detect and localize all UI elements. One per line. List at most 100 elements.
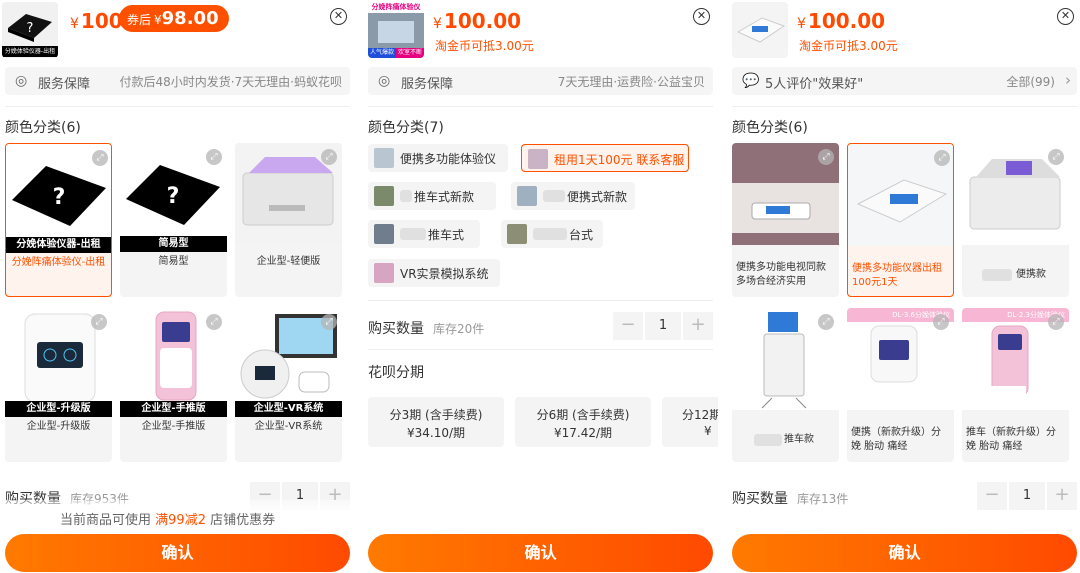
- chip-label: 台式: [569, 228, 594, 242]
- confirm-button[interactable]: 确认: [368, 534, 713, 572]
- variant-chip-selected[interactable]: 租用1天100元 联系客服: [521, 144, 689, 172]
- installment-option[interactable]: 分3期 (含手续费) ¥34.10/期: [368, 397, 504, 447]
- chat-icon: 💬: [742, 73, 760, 89]
- quantity-stepper: − 1 +: [977, 482, 1077, 510]
- installment-option[interactable]: 分12期 ¥: [662, 397, 718, 447]
- expand-icon[interactable]: ⤢: [1048, 149, 1064, 165]
- chip-thumbnail: [374, 186, 394, 206]
- variant-label: 企业型-手推版: [141, 421, 206, 432]
- divider: [368, 300, 713, 301]
- divider: [5, 106, 350, 107]
- variant-card[interactable]: ⤢ 便携多功能仪器出租 100元1天: [847, 143, 954, 297]
- variant-tag: 企业型-手推版: [120, 401, 227, 417]
- review-all-link[interactable]: 全部(99): [1006, 73, 1055, 90]
- increase-button[interactable]: +: [1047, 482, 1077, 510]
- variant-label: 企业型-升级版: [26, 421, 91, 432]
- installment-option[interactable]: 分6期 (含手续费) ¥17.42/期: [515, 397, 651, 447]
- variant-chip[interactable]: VR实景模拟系统: [368, 259, 500, 287]
- variant-label: 便携款: [1016, 269, 1046, 280]
- divider: [732, 106, 1077, 107]
- variant-card[interactable]: ⤢ 企业型-轻便版: [235, 143, 342, 297]
- installment-term: 分6期 (含手续费): [536, 408, 630, 422]
- variant-chip[interactable]: 便携式新款: [511, 182, 635, 210]
- variant-label: 便携（新款升级）分娩 胎动 痛经: [851, 427, 941, 452]
- variant-chip[interactable]: 便携多功能体验仪: [368, 144, 508, 172]
- coupon-price-badge: 券后 ¥98.00: [119, 5, 229, 32]
- product-price: ¥100.00: [797, 9, 885, 33]
- installment-amount: ¥: [704, 424, 712, 438]
- expand-icon[interactable]: ⤢: [206, 149, 222, 165]
- expand-icon[interactable]: ⤢: [818, 149, 834, 165]
- variant-label: 企业型-轻便版: [256, 256, 321, 267]
- service-label: 服务保障: [38, 77, 91, 92]
- variant-tag: 企业型-升级版: [5, 401, 112, 417]
- quantity-value[interactable]: 1: [645, 312, 681, 340]
- blurred-text: [400, 190, 412, 202]
- expand-icon[interactable]: ⤢: [206, 314, 222, 330]
- decrease-button[interactable]: −: [613, 312, 643, 340]
- expand-icon[interactable]: ⤢: [934, 150, 950, 166]
- expand-icon[interactable]: ⤢: [321, 314, 337, 330]
- chip-thumbnail: [528, 149, 548, 169]
- variant-card[interactable]: ⤢ 推车款: [732, 308, 839, 462]
- coupon-currency: ¥: [154, 13, 162, 27]
- variant-card[interactable]: ? 分娩体验仪器-出租 ⤢ 分娩阵痛体验仪-出租: [5, 143, 112, 297]
- service-text: 付款后48小时内发货·7天无理由·蚂蚁花呗: [119, 75, 342, 89]
- decrease-button[interactable]: −: [977, 482, 1007, 510]
- svg-text:?: ?: [27, 21, 34, 36]
- expand-icon[interactable]: ⤢: [933, 314, 949, 330]
- sku-panel-2: 分娩阵痛体验仪 人气爆款 欢室不断 ¥100.00 淘金币可抵3.00元 ✕ ◎…: [363, 0, 718, 573]
- chip-thumbnail: [517, 186, 537, 206]
- variant-label: 分娩阵痛体验仪-出租: [11, 257, 106, 268]
- blurred-text: [533, 228, 567, 240]
- expand-icon[interactable]: ⤢: [92, 150, 108, 166]
- sku-panel-3: ¥100.00 淘金币可抵3.00元 ✕ 💬 5人评价"效果好" 全部(99) …: [727, 0, 1080, 573]
- confirm-button[interactable]: 确认: [5, 534, 350, 572]
- close-icon[interactable]: ✕: [693, 8, 710, 25]
- shield-icon: ◎: [378, 73, 391, 89]
- variant-card[interactable]: ⤢ 便携多功能电视同款 多场合经济实用: [732, 143, 839, 297]
- variant-card[interactable]: DL-2.3分娩体验仪 ⤢ 推车（新款升级）分娩 胎动 痛经: [962, 308, 1069, 462]
- quantity-value[interactable]: 1: [1009, 482, 1045, 510]
- installment-title: 花呗分期: [368, 365, 424, 381]
- variant-chip[interactable]: 推车式: [368, 220, 480, 248]
- stock-count: 库存20件: [433, 322, 485, 336]
- currency-symbol: ¥: [797, 16, 806, 32]
- variant-card[interactable]: DL-3.6分娩体验仪 ⤢ 便携（新款升级）分娩 胎动 痛经: [847, 308, 954, 462]
- coupon-price-value: 98.00: [161, 8, 219, 29]
- confirm-button[interactable]: 确认: [732, 534, 1077, 572]
- variant-card[interactable]: 企业型-手推版 ⤢ 企业型-手推版: [120, 308, 227, 462]
- service-guarantee-bar[interactable]: ◎ 服务保障 付款后48小时内发货·7天无理由·蚂蚁花呗: [5, 67, 350, 95]
- chip-thumbnail: [374, 148, 394, 168]
- notice-highlight: 满99减2: [155, 513, 206, 528]
- blurred-text: [754, 434, 782, 446]
- blurred-text: [982, 269, 1012, 281]
- product-price: ¥100.00: [433, 9, 521, 33]
- increase-button[interactable]: +: [683, 312, 713, 340]
- expand-icon[interactable]: ⤢: [91, 314, 107, 330]
- quantity-label: 购买数量: [732, 491, 788, 507]
- close-icon[interactable]: ✕: [1057, 8, 1074, 25]
- review-summary-bar[interactable]: 💬 5人评价"效果好" 全部(99) ›: [732, 67, 1077, 95]
- color-category-title: 颜色分类(6): [732, 120, 808, 136]
- variant-card[interactable]: 企业型-VR系统 ⤢ 企业型-VR系统: [235, 308, 342, 462]
- close-icon[interactable]: ✕: [330, 8, 347, 25]
- variant-tag: 分娩体验仪器-出租: [6, 237, 111, 253]
- variant-chip[interactable]: 推车式新款: [368, 182, 496, 210]
- product-thumbnail: ? 分娩体验仪器-出租: [2, 2, 58, 58]
- expand-icon[interactable]: ⤢: [321, 149, 337, 165]
- service-guarantee-bar[interactable]: ◎ 服务保障 7天无理由·运费险·公益宝贝: [368, 67, 713, 95]
- divider: [368, 349, 713, 350]
- variant-card[interactable]: ⤢ 便携款: [962, 143, 1069, 297]
- expand-icon[interactable]: ⤢: [1048, 314, 1064, 330]
- variant-chip[interactable]: 台式: [501, 220, 603, 248]
- service-label: 服务保障: [401, 77, 454, 92]
- thumbnail-badge: 人气爆款: [368, 48, 396, 58]
- price-value: 100.00: [807, 9, 886, 33]
- chip-label: 租用1天100元 联系客服: [554, 153, 685, 167]
- variant-card[interactable]: 企业型-升级版 ⤢ 企业型-升级版: [5, 308, 112, 462]
- expand-icon[interactable]: ⤢: [818, 314, 834, 330]
- variant-card[interactable]: ? 简易型 ⤢ 简易型: [120, 143, 227, 297]
- variant-label: 简易型: [158, 256, 189, 267]
- product-thumbnail: 分娩阵痛体验仪 人气爆款 欢室不断: [368, 2, 424, 58]
